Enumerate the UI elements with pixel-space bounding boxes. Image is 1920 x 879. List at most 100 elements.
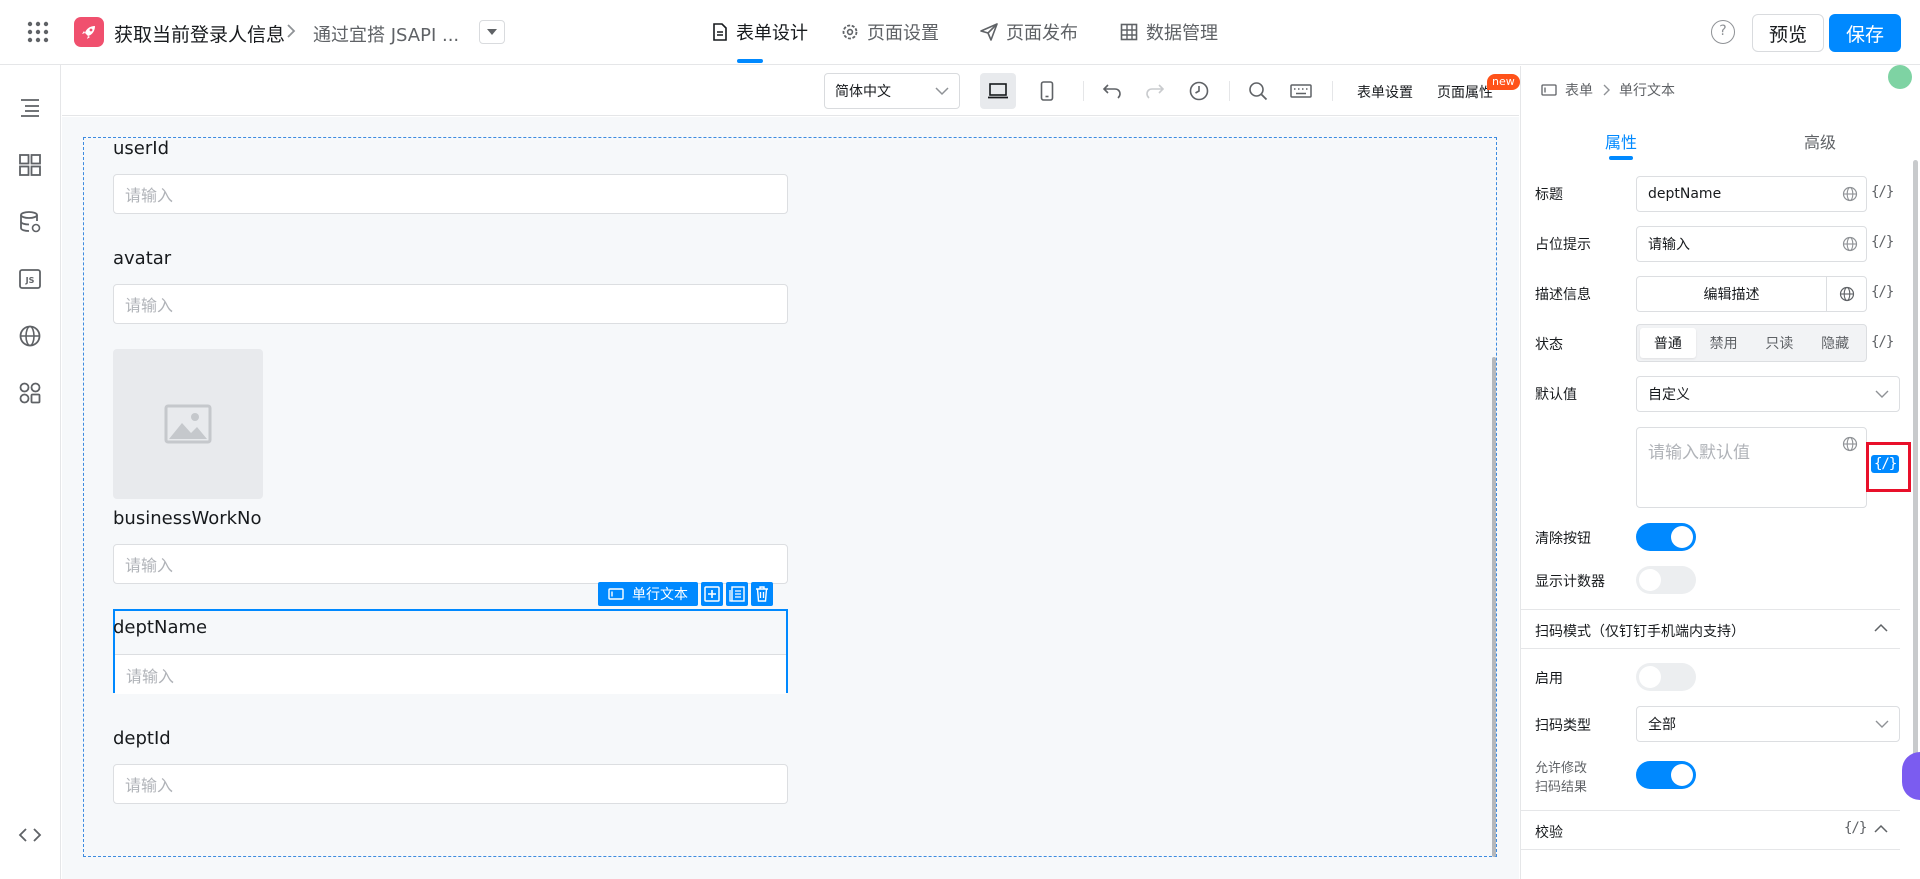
form-container[interactable]	[83, 137, 1497, 857]
globe-icon[interactable]	[1842, 436, 1858, 452]
save-button[interactable]: 保存	[1829, 14, 1901, 52]
toggle-knob	[1639, 666, 1661, 688]
plugins-icon[interactable]	[18, 381, 42, 405]
allow-edit-scan-toggle[interactable]	[1636, 761, 1696, 789]
laptop-icon	[988, 83, 1008, 99]
field-label-userid: userId	[113, 138, 169, 159]
state-option-hidden[interactable]: 隐藏	[1807, 328, 1863, 358]
field-label-deptname: deptName	[113, 617, 208, 638]
add-component-button[interactable]	[701, 582, 723, 606]
placeholder-expression-button[interactable]: {/}	[1871, 234, 1894, 250]
history-button[interactable]	[1181, 73, 1217, 109]
app-name[interactable]: 获取当前登录人信息	[114, 20, 285, 47]
scan-enable-toggle[interactable]	[1636, 663, 1696, 691]
designer-toolbar: 简体中文 表单设置 页面属性	[62, 66, 1519, 116]
datasource-icon[interactable]	[18, 210, 42, 234]
scan-type-label: 扫码类型	[1535, 718, 1591, 734]
page-dropdown-button[interactable]	[479, 20, 505, 44]
tab-data-management[interactable]: 数据管理	[1120, 20, 1218, 44]
top-bar: 获取当前登录人信息 通过宜搭 JSAPI ... 表单设计 页面设置 页面发布 …	[0, 0, 1920, 65]
tab-form-design[interactable]: 表单设计	[712, 20, 808, 44]
form-settings-link[interactable]: 表单设置	[1357, 82, 1413, 102]
mobile-view-button[interactable]	[1029, 73, 1065, 109]
field-label-avatar: avatar	[113, 248, 172, 269]
desc-language-button[interactable]	[1826, 276, 1867, 312]
toolbar-divider	[1332, 81, 1333, 101]
title-expression-button[interactable]: {/}	[1871, 184, 1894, 200]
state-option-disabled[interactable]: 禁用	[1696, 328, 1752, 358]
redo-button[interactable]	[1137, 73, 1173, 109]
state-segmented-control: 普通 禁用 只读 隐藏	[1636, 324, 1867, 362]
app-grid-icon[interactable]	[27, 21, 49, 43]
validation-section-header[interactable]: 校验 {/}	[1520, 810, 1900, 850]
trash-icon	[756, 586, 768, 602]
chevron-down-icon	[935, 87, 949, 96]
collab-avatar[interactable]	[1888, 65, 1912, 89]
title-input[interactable]: deptName	[1636, 176, 1867, 212]
default-value-textarea[interactable]: 请输入默认值	[1636, 427, 1867, 508]
clear-button-toggle[interactable]	[1636, 523, 1696, 551]
app-logo[interactable]	[74, 17, 104, 47]
businessworkno-input[interactable]: 请输入	[113, 544, 788, 584]
panel-breadcrumb: 表单 单行文本	[1541, 80, 1675, 100]
chevron-down-icon	[1875, 390, 1889, 398]
state-option-normal[interactable]: 普通	[1640, 328, 1696, 358]
show-counter-toggle[interactable]	[1636, 566, 1696, 594]
copy-icon	[729, 586, 745, 602]
plus-box-icon	[704, 586, 720, 602]
avatar-input[interactable]: 请输入	[113, 284, 788, 324]
outline-icon[interactable]	[18, 96, 42, 120]
delete-component-button[interactable]	[751, 582, 773, 606]
placeholder-input[interactable]: 请输入	[1636, 226, 1867, 262]
placeholder-value: 请输入	[1648, 237, 1690, 253]
search-button[interactable]	[1240, 73, 1276, 109]
mobile-icon	[1040, 81, 1054, 101]
page-props-link[interactable]: 页面属性	[1437, 82, 1493, 102]
default-mode-select[interactable]: 自定义	[1636, 376, 1900, 412]
deptname-input[interactable]: 请输入	[115, 654, 786, 694]
new-badge: new	[1487, 74, 1520, 90]
scan-mode-section-header[interactable]: 扫码模式（仅钉钉手机端内支持）	[1520, 609, 1900, 649]
selected-component-tag[interactable]: 单行文本	[598, 582, 698, 606]
help-icon[interactable]: ?	[1711, 20, 1735, 44]
breadcrumb-form[interactable]: 表单	[1565, 80, 1593, 100]
tab-page-settings[interactable]: 页面设置	[841, 20, 939, 44]
state-expression-button[interactable]: {/}	[1871, 334, 1894, 350]
copy-component-button[interactable]	[726, 582, 748, 606]
page-name[interactable]: 通过宜搭 JSAPI ...	[313, 21, 459, 47]
deptid-input[interactable]: 请输入	[113, 764, 788, 804]
desc-expression-button[interactable]: {/}	[1871, 284, 1894, 300]
globe-icon[interactable]	[1842, 186, 1858, 202]
canvas-scrollbar[interactable]	[1492, 357, 1496, 857]
preview-button[interactable]: 预览	[1752, 14, 1824, 52]
assistant-float-button[interactable]	[1902, 752, 1920, 800]
panel-scrollbar[interactable]	[1913, 160, 1918, 770]
shortcuts-button[interactable]	[1283, 73, 1319, 109]
avatar-image-placeholder	[113, 349, 263, 499]
tab-properties[interactable]: 属性	[1605, 129, 1637, 153]
undo-button[interactable]	[1094, 73, 1130, 109]
validation-expression-button[interactable]: {/}	[1844, 820, 1867, 836]
title-value: deptName	[1648, 186, 1722, 202]
left-sidebar: JS	[0, 65, 61, 879]
state-option-readonly[interactable]: 只读	[1752, 328, 1808, 358]
allow-edit-label-2: 扫码结果	[1535, 780, 1588, 795]
toggle-knob	[1671, 526, 1693, 548]
desktop-view-button[interactable]	[980, 73, 1016, 109]
tab-advanced[interactable]: 高级	[1804, 129, 1836, 153]
globe-icon[interactable]	[1842, 236, 1858, 252]
js-icon[interactable]: JS	[18, 267, 42, 291]
globe-icon	[1839, 286, 1854, 302]
language-select[interactable]: 简体中文	[824, 73, 960, 109]
userid-input[interactable]: 请输入	[113, 174, 788, 214]
edit-description-button[interactable]: 编辑描述	[1636, 276, 1827, 312]
tab-page-publish[interactable]: 页面发布	[980, 20, 1078, 44]
code-icon[interactable]	[18, 823, 42, 847]
table-icon	[1120, 23, 1138, 41]
scan-type-select[interactable]: 全部	[1636, 706, 1900, 742]
field-label-businessworkno: businessWorkNo	[113, 508, 262, 529]
components-icon[interactable]	[18, 153, 42, 177]
globe-icon[interactable]	[18, 324, 42, 348]
tab-label: 页面发布	[1006, 23, 1078, 44]
tab-label: 页面设置	[867, 23, 939, 44]
